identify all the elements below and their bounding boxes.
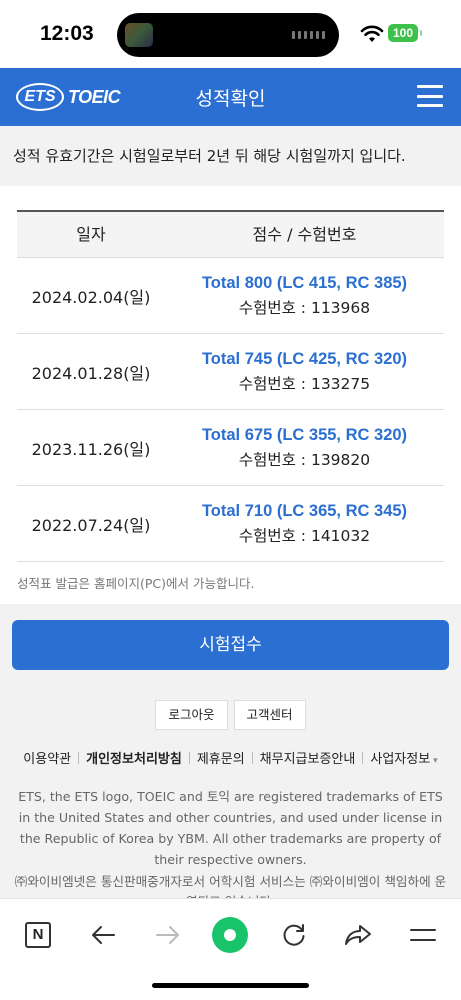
table-row: 2024.01.28(일) Total 745 (LC 425, RC 320)… [17,334,444,410]
audio-wave-icon [292,31,325,39]
footer-link-guarantee[interactable]: 채무지급보증안내 [253,748,363,767]
trademark-notice: ETS, the ETS logo, TOEIC and 토익 are regi… [18,789,443,867]
hamburger-menu-icon[interactable] [417,85,443,107]
score-total-link[interactable]: Total 675 (LC 355, RC 320) [202,423,407,447]
table-row: 2023.11.26(일) Total 675 (LC 355, RC 320)… [17,410,444,486]
account-buttons: 로그아웃 고객센터 [0,700,461,730]
status-time: 12:03 [40,22,94,45]
footer-link-partnership[interactable]: 제휴문의 [190,748,252,767]
apply-exam-button[interactable]: 시험접수 [12,620,449,670]
refresh-icon[interactable] [276,917,312,953]
score-total-link[interactable]: Total 710 (LC 365, RC 345) [202,499,407,523]
score-table: 일자 점수 / 수험번호 2024.02.04(일) Total 800 (LC… [17,210,444,562]
row-date: 2024.02.04(일) [31,287,151,307]
row-score-cell: Total 800 (LC 415, RC 385) 수험번호 : 113968 [165,271,444,321]
business-info-label: 사업자정보 [370,752,431,767]
table-row: 2024.02.04(일) Total 800 (LC 415, RC 385)… [17,258,444,334]
row-score-cell: Total 745 (LC 425, RC 320) 수험번호 : 133275 [165,347,444,397]
chevron-down-icon: ▾ [433,756,438,766]
n-tab-icon[interactable]: N [20,917,56,953]
row-date: 2023.11.26(일) [31,439,151,459]
validity-notice: 성적 유효기간은 시험일로부터 2년 뒤 해당 시험일까지 입니다. [0,126,461,186]
back-arrow-icon[interactable] [85,917,121,953]
battery-indicator: 100 [388,24,422,42]
footer-link-privacy[interactable]: 개인정보처리방침 [79,748,189,767]
column-header-score: 점수 / 수험번호 [252,225,357,244]
exam-number: 수험번호 : 139820 [238,450,371,469]
exam-number: 수험번호 : 133275 [238,374,371,393]
table-header-row: 일자 점수 / 수험번호 [17,212,444,258]
wifi-icon [360,25,384,42]
exam-number: 수험번호 : 141032 [238,526,371,545]
score-total-link[interactable]: Total 745 (LC 425, RC 320) [202,347,407,371]
home-indicator [152,983,309,988]
table-note: 성적표 발급은 홈페이지(PC)에서 가능합니다. [17,576,255,591]
footer-link-terms[interactable]: 이용약관 [16,748,78,767]
score-total-link[interactable]: Total 800 (LC 415, RC 385) [202,271,407,295]
share-icon[interactable] [340,917,376,953]
row-score-cell: Total 710 (LC 365, RC 345) 수험번호 : 141032 [165,499,444,549]
exam-number: 수험번호 : 113968 [238,298,371,317]
forward-arrow-icon[interactable] [150,917,186,953]
row-score-cell: Total 675 (LC 355, RC 320) 수험번호 : 139820 [165,423,444,473]
column-header-date: 일자 [76,225,106,244]
row-date: 2024.01.28(일) [31,363,151,383]
menu-lines-icon[interactable] [405,917,441,953]
status-bar: 12:03 100 [0,0,461,68]
table-row: 2022.07.24(일) Total 710 (LC 365, RC 345)… [17,486,444,562]
app-header: ETS TOEIC 성적확인 [0,68,461,126]
row-date: 2022.07.24(일) [31,515,151,535]
page-title: 성적확인 [195,88,266,110]
green-dot-icon[interactable] [212,917,248,953]
logout-button[interactable]: 로그아웃 [155,700,228,730]
customer-center-button[interactable]: 고객센터 [233,700,306,730]
footer-links: 이용약관 개인정보처리방침 제휴문의 채무지급보증안내 사업자정보 ▾ [0,748,461,767]
footer-link-business-info[interactable]: 사업자정보 ▾ [363,748,444,767]
media-thumbnail-icon [125,23,153,47]
dynamic-island [117,13,339,57]
